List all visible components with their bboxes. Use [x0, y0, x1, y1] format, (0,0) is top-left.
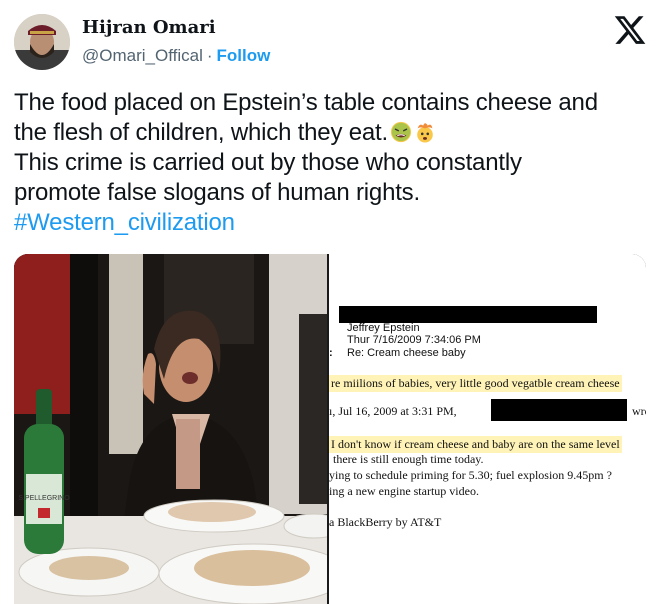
- tweet-line: the flesh of children, which they eat.: [14, 118, 649, 148]
- redaction-bar: [339, 306, 597, 323]
- email-line-7: a BlackBerry by AT&T: [329, 515, 442, 529]
- tweet-line-text: The food placed on Epstein’s table conta…: [14, 89, 598, 116]
- email-line-5: ying to schedule priming for 5.30; fuel …: [329, 468, 612, 482]
- follow-button[interactable]: Follow: [217, 46, 271, 65]
- email-line-1: re miilions of babies, very little good …: [329, 375, 622, 392]
- tweet-line: This crime is carried out by those who c…: [14, 148, 649, 178]
- tweet-card: Hijran Omari @Omari_Offical · Follow The f…: [0, 0, 661, 604]
- redaction-bar: [491, 399, 627, 421]
- email-from: Jeffrey Epstein: [347, 322, 420, 334]
- nauseated-face-emoji-icon: [390, 121, 412, 143]
- tweet-line-text: This crime is carried out by those who c…: [14, 149, 522, 176]
- email-document[interactable]: Jeffrey Epstein Thur 7/16/2009 7:34:06 P…: [329, 254, 646, 604]
- tweet-line: The food placed on Epstein’s table conta…: [14, 88, 649, 118]
- email-subject: Re: Cream cheese baby: [347, 347, 466, 359]
- handle-row: @Omari_Offical · Follow: [82, 46, 270, 66]
- separator-dot: ·: [206, 46, 213, 65]
- avatar[interactable]: [14, 14, 70, 70]
- hashtag-link[interactable]: #Western_civilization: [14, 208, 649, 238]
- tweet-line: promote false slogans of human rights.: [14, 178, 649, 208]
- dinner-photo[interactable]: S.PELLEGRINO: [14, 254, 327, 604]
- tweet-text: The food placed on Epstein’s table conta…: [14, 88, 649, 238]
- bottle-label: S.PELLEGRINO: [18, 495, 70, 502]
- display-name[interactable]: Hijran Omari: [82, 17, 216, 38]
- exploding-head-emoji-icon: [417, 123, 433, 143]
- tweet-line-text: promote false slogans of human rights.: [14, 179, 420, 206]
- subject-prefix: :: [329, 347, 333, 359]
- email-line-3: I don't know if cream cheese and baby ar…: [329, 436, 622, 453]
- email-line-6: ing a new engine startup video.: [329, 484, 479, 498]
- email-line-2-wrote: wrot: [632, 404, 646, 418]
- tweet-media[interactable]: S.PELLEGRINO Jeffrey Epstein Thur 7/16/2…: [14, 254, 646, 604]
- email-line-4: there is still enough time today.: [333, 452, 484, 466]
- tweet-line-text: the flesh of children, which they eat.: [14, 119, 388, 146]
- avatar-image: [14, 14, 70, 70]
- user-handle[interactable]: @Omari_Offical: [82, 46, 203, 65]
- email-line-2-date: ı, Jul 16, 2009 at 3:31 PM,: [329, 404, 457, 418]
- x-logo-icon[interactable]: [613, 13, 647, 47]
- email-sent: Thur 7/16/2009 7:34:06 PM: [347, 334, 481, 346]
